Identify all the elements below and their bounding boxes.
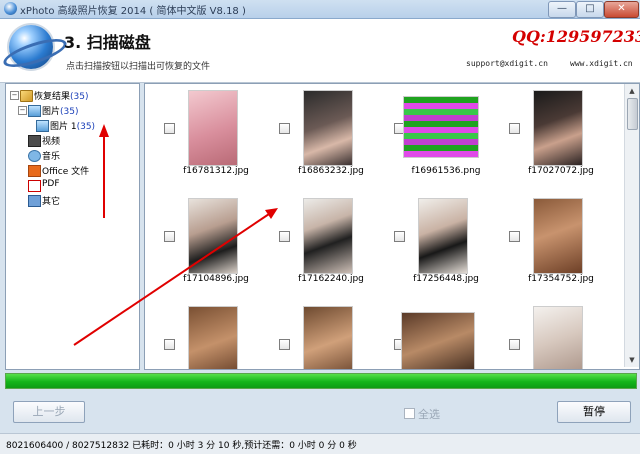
- minimize-button[interactable]: —: [548, 1, 576, 18]
- thumbnail-item[interactable]: f17354752.jpg: [494, 194, 609, 284]
- thumbnail-filename: f17162240.jpg: [298, 274, 364, 284]
- title-bar: xPhoto 高级照片恢复 2014 ( 简体中文版 V8.18 ) — □ ✕: [0, 0, 640, 19]
- vertical-scrollbar[interactable]: ▲ ▼: [624, 84, 639, 367]
- select-all-checkbox[interactable]: 全选: [404, 406, 440, 422]
- photo-thumbnail[interactable]: [303, 90, 353, 166]
- thumbnail-filename: f17354752.jpg: [528, 274, 594, 284]
- contact-website[interactable]: www.xdigit.cn: [570, 59, 633, 68]
- step-description: 点击扫描按钮以扫描出可恢复的文件: [66, 62, 211, 72]
- thumbnail-filename: f16863232.jpg: [298, 166, 364, 176]
- thumbnail-filename: f17104896.jpg: [183, 274, 249, 284]
- image-folder-icon: [28, 105, 41, 117]
- scroll-up-icon[interactable]: ▲: [626, 85, 638, 97]
- thumbnail-checkbox[interactable]: [509, 123, 520, 134]
- contact-email[interactable]: support@xdigit.cn: [466, 59, 548, 68]
- photo-thumbnail[interactable]: [188, 198, 238, 274]
- tree-item-other-label: 其它: [42, 197, 61, 207]
- thumbnail-checkbox[interactable]: [164, 123, 175, 134]
- collapse-icon[interactable]: −: [18, 106, 27, 115]
- contact-qq: QQ:1295972330: [512, 27, 640, 46]
- window-title: xPhoto 高级照片恢复 2014 ( 简体中文版 V8.18 ): [20, 6, 246, 17]
- thumbnail-item[interactable]: f17162240.jpg: [264, 194, 379, 284]
- video-icon: [28, 135, 41, 147]
- photo-thumbnail[interactable]: [533, 306, 583, 369]
- status-bar: 8021606400 / 8027512832 已耗时：0 小时 3 分 10 …: [0, 433, 640, 454]
- photo-thumbnail[interactable]: [403, 96, 479, 158]
- close-button[interactable]: ✕: [604, 1, 639, 18]
- image-icon: [36, 120, 49, 132]
- thumbnail-filename: f16781312.jpg: [183, 166, 249, 176]
- maximize-button[interactable]: □: [576, 1, 604, 18]
- thumbnail-item[interactable]: f16863232.jpg: [264, 86, 379, 176]
- thumbnail-item[interactable]: [264, 302, 379, 369]
- thumbnail-checkbox[interactable]: [164, 231, 175, 242]
- scan-progress-fill: [6, 374, 636, 388]
- pdf-icon: [28, 180, 41, 192]
- photo-thumbnail[interactable]: [188, 306, 238, 369]
- thumbnail-item[interactable]: [379, 302, 494, 369]
- office-icon: [28, 165, 41, 177]
- thumbnail-checkbox[interactable]: [394, 231, 405, 242]
- tree-item-pictures-count: (35): [60, 107, 79, 117]
- photo-thumbnail[interactable]: [303, 306, 353, 369]
- tree-item-pictures-1-label: 图片 1: [50, 122, 77, 132]
- music-icon: [28, 150, 41, 162]
- photo-thumbnail[interactable]: [303, 198, 353, 274]
- tree-item-pictures-label: 图片: [42, 107, 61, 117]
- tree-item-pictures-1-count: (35): [76, 122, 96, 132]
- tree-item-office-label: Office 文件: [42, 167, 90, 177]
- result-tree: − 恢复结果(35) − 图片(35) 图片 1(35) 视频 音乐 Offic…: [5, 83, 140, 370]
- thumbnail-item[interactable]: [494, 302, 609, 369]
- photo-thumbnail[interactable]: [533, 90, 583, 166]
- thumbnail-checkbox[interactable]: [164, 339, 175, 350]
- pause-button[interactable]: 暂停: [557, 401, 631, 423]
- thumbnail-item[interactable]: f16961536.png: [379, 86, 494, 176]
- checkbox-icon[interactable]: [404, 408, 415, 419]
- scroll-down-icon[interactable]: ▼: [626, 354, 638, 366]
- collapse-icon[interactable]: −: [10, 91, 19, 100]
- thumbnail-item[interactable]: f17027072.jpg: [494, 86, 609, 176]
- tree-item-video-label: 视频: [42, 137, 61, 147]
- thumbnail-filename: f17256448.jpg: [413, 274, 479, 284]
- thumbnail-item[interactable]: f17256448.jpg: [379, 194, 494, 284]
- thumbnail-checkbox[interactable]: [279, 339, 290, 350]
- thumbnail-item[interactable]: [149, 302, 264, 369]
- photo-thumbnail[interactable]: [533, 198, 583, 274]
- prev-step-button[interactable]: 上一步: [13, 401, 85, 423]
- scroll-thumb[interactable]: [627, 98, 638, 130]
- photo-thumbnail[interactable]: [401, 312, 475, 369]
- photo-thumbnail[interactable]: [418, 198, 468, 274]
- thumbnail-item[interactable]: f17104896.jpg: [149, 194, 264, 284]
- thumbnail-checkbox[interactable]: [509, 339, 520, 350]
- thumbnail-filename: f16961536.png: [411, 166, 481, 176]
- thumbnail-grid: f16781312.jpg f16863232.jpg f16961536.pn…: [144, 83, 640, 370]
- header-banner: 3. 扫描磁盘 点击扫描按钮以扫描出可恢复的文件 QQ:1295972330 s…: [0, 19, 640, 83]
- thumbnail-item[interactable]: f16781312.jpg: [149, 86, 264, 176]
- tree-item-music-label: 音乐: [42, 152, 61, 162]
- thumbnail-checkbox[interactable]: [279, 123, 290, 134]
- tree-item-root-label: 恢复结果: [34, 92, 71, 102]
- thumbnail-checkbox[interactable]: [279, 231, 290, 242]
- app-icon: [4, 2, 17, 15]
- thumbnail-filename: f17027072.jpg: [528, 166, 594, 176]
- other-icon: [28, 195, 41, 207]
- step-title: 3. 扫描磁盘: [64, 33, 151, 52]
- results-folder-icon: [20, 90, 33, 102]
- select-all-label: 全选: [418, 408, 440, 421]
- thumbnail-checkbox[interactable]: [509, 231, 520, 242]
- tree-item-root-count: (35): [70, 92, 89, 102]
- photo-thumbnail[interactable]: [188, 90, 238, 166]
- tree-item-pdf-label: PDF: [42, 179, 60, 189]
- scan-status-text: 8021606400 / 8027512832 已耗时：0 小时 3 分 10 …: [6, 441, 357, 451]
- scan-progress-bar: [5, 373, 637, 389]
